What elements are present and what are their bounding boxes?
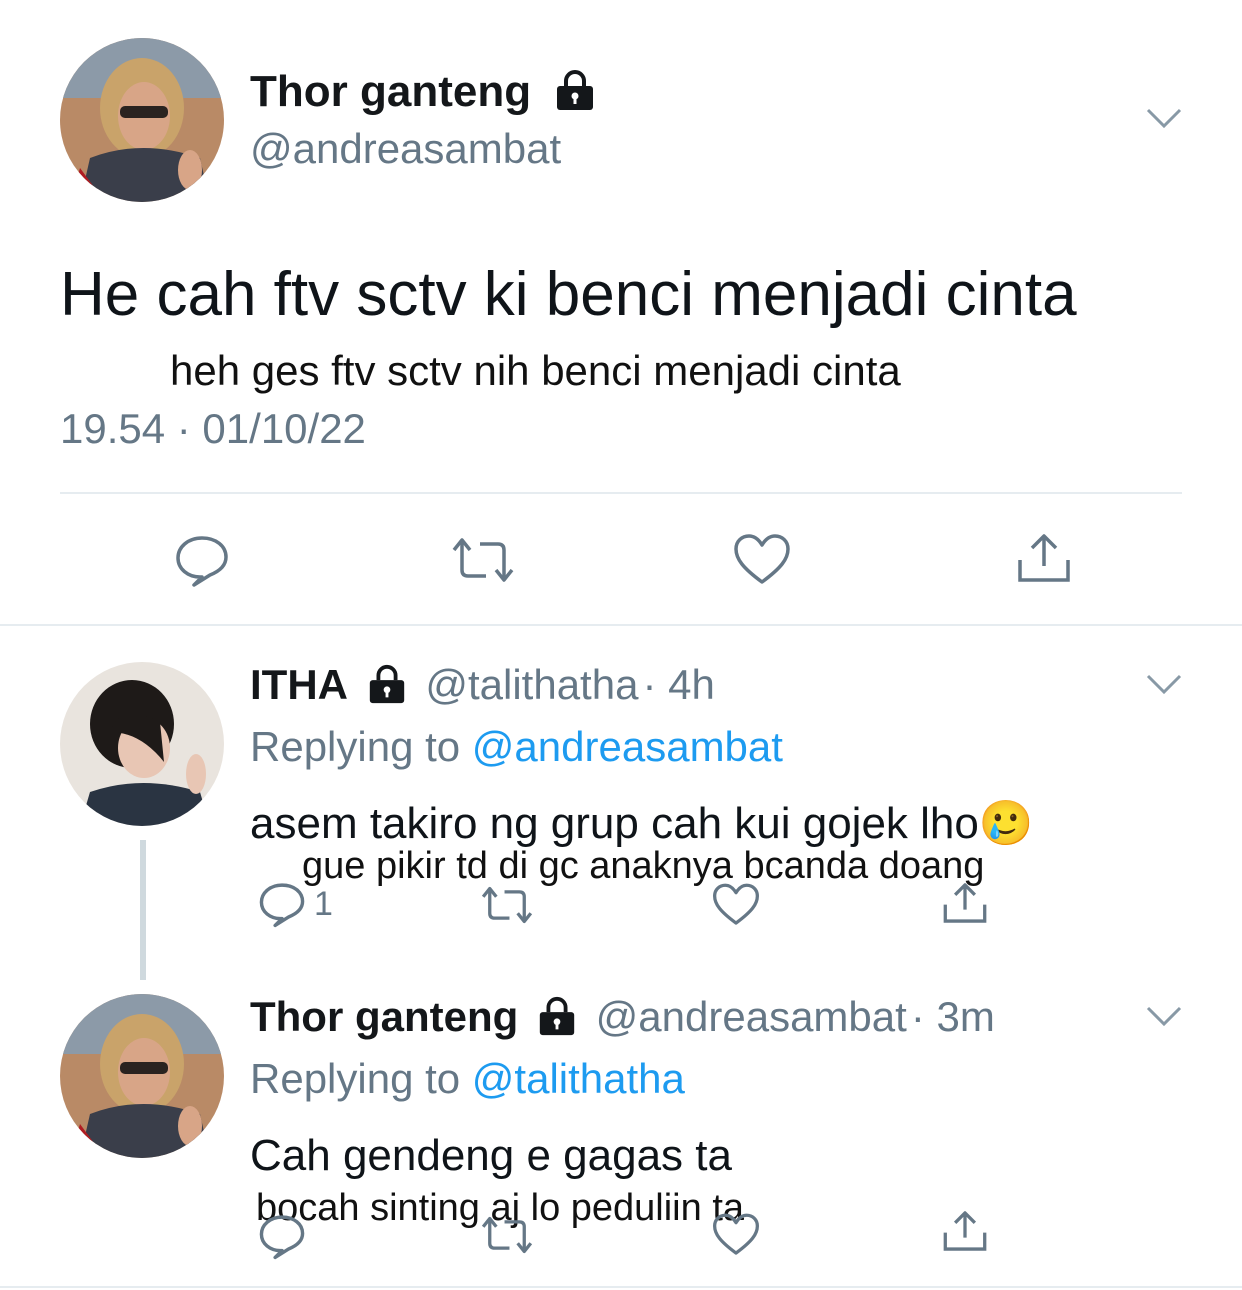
- reply-text: Cah gendeng e gagas ta: [250, 1131, 732, 1180]
- replying-to: Replying to @andreasambat: [250, 722, 783, 772]
- chevron-down-icon[interactable]: [1144, 672, 1184, 696]
- lock-icon: [539, 996, 575, 1035]
- translation-caption: heh ges ftv sctv nih benci menjadi cinta: [170, 347, 901, 394]
- reply-header: ITHA @talithatha· 4h: [250, 660, 715, 710]
- replying-to-label: Replying to: [250, 723, 461, 770]
- reply-icon[interactable]: [258, 1212, 306, 1260]
- reply-text-row: asem takiro ng grup cah kui gojek lho🥲: [250, 798, 1034, 850]
- chevron-down-icon[interactable]: [1144, 1004, 1184, 1028]
- like-icon[interactable]: [712, 1212, 760, 1258]
- retweet-icon[interactable]: [448, 532, 518, 588]
- author-name-row: Thor ganteng: [250, 66, 597, 118]
- share-icon[interactable]: [942, 880, 988, 926]
- author-name[interactable]: Thor ganteng: [250, 67, 531, 116]
- replying-to-handle[interactable]: @andreasambat: [472, 723, 783, 770]
- reply-icon[interactable]: [174, 532, 230, 588]
- author-handle[interactable]: @talithatha: [425, 661, 638, 708]
- retweet-icon[interactable]: [478, 1212, 536, 1258]
- replying-to: Replying to @talithatha: [250, 1054, 685, 1104]
- reply-icon[interactable]: [258, 880, 306, 928]
- author-name[interactable]: ITHA: [250, 661, 348, 708]
- author-handle[interactable]: @andreasambat: [596, 993, 907, 1040]
- share-icon[interactable]: [1016, 530, 1072, 586]
- lock-icon: [557, 70, 594, 111]
- avatar[interactable]: [60, 662, 224, 826]
- reply-text: asem takiro ng grup cah kui gojek lho: [250, 799, 979, 848]
- divider: [60, 492, 1182, 494]
- avatar[interactable]: [60, 38, 224, 202]
- reply-count: 1: [314, 885, 333, 923]
- replying-to-label: Replying to: [250, 1055, 461, 1102]
- reply-time: · 4h: [642, 661, 715, 708]
- replying-to-handle[interactable]: @talithatha: [472, 1055, 685, 1102]
- chevron-down-icon[interactable]: [1144, 106, 1184, 130]
- avatar[interactable]: [60, 994, 224, 1158]
- divider: [0, 1286, 1242, 1288]
- share-icon[interactable]: [942, 1208, 988, 1254]
- reply-header: Thor ganteng @andreasambat· 3m: [250, 992, 995, 1042]
- author-handle[interactable]: @andreasambat: [250, 124, 561, 174]
- divider: [0, 624, 1242, 626]
- like-icon[interactable]: [712, 882, 760, 928]
- emoji: 🥲: [978, 799, 1034, 848]
- tweet-timestamp[interactable]: 19.54 · 01/10/22: [60, 404, 366, 454]
- reply-time: · 3m: [910, 993, 995, 1040]
- like-icon[interactable]: [733, 532, 791, 588]
- lock-icon: [369, 664, 404, 703]
- retweet-icon[interactable]: [478, 882, 536, 928]
- thread-line: [140, 840, 146, 980]
- translation-caption: gue pikir td di gc anaknya bcanda doang: [302, 845, 985, 887]
- tweet-text: He cah ftv sctv ki benci menjadi cinta: [60, 260, 1077, 329]
- author-name[interactable]: Thor ganteng: [250, 993, 518, 1040]
